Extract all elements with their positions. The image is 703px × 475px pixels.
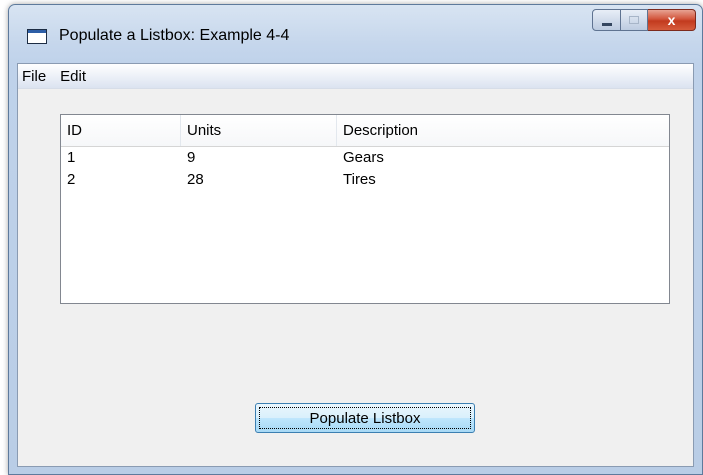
menu-file[interactable]: File [18,68,53,85]
window-icon[interactable] [27,29,47,44]
cell-id: 1 [67,148,76,166]
menu-edit[interactable]: Edit [53,68,93,85]
cell-units: 9 [187,148,196,166]
list-row[interactable]: 1 9 Gears [61,146,669,168]
minimize-icon [601,22,612,26]
cell-units: 28 [187,170,204,188]
cell-description: Gears [343,148,384,166]
close-icon: x [667,12,676,28]
caption-buttons: x [592,9,696,31]
list-row[interactable]: 2 28 Tires [61,168,669,190]
column-header-id[interactable]: ID [61,115,181,146]
close-button[interactable]: x [648,9,696,31]
list-header: ID Units Description [61,115,669,147]
list-view[interactable]: ID Units Description 1 9 Gears 2 28 Tire… [60,114,670,304]
window-title: Populate a Listbox: Example 4-4 [59,27,290,44]
maximize-icon [629,16,639,24]
maximize-button[interactable] [621,9,648,31]
title-bar[interactable]: Populate a Listbox: Example 4-4 x [9,5,702,63]
column-header-description[interactable]: Description [337,115,667,146]
client-area: File Edit ID Units Description 1 9 Gears… [17,63,694,467]
cell-description: Tires [343,170,376,188]
app-window: Populate a Listbox: Example 4-4 x File E… [8,4,703,475]
cell-id: 2 [67,170,76,188]
populate-listbox-button[interactable]: Populate Listbox [255,403,475,433]
minimize-button[interactable] [592,9,621,31]
column-header-units[interactable]: Units [181,115,337,146]
menu-bar: File Edit [18,64,693,89]
populate-listbox-label: Populate Listbox [309,409,421,427]
